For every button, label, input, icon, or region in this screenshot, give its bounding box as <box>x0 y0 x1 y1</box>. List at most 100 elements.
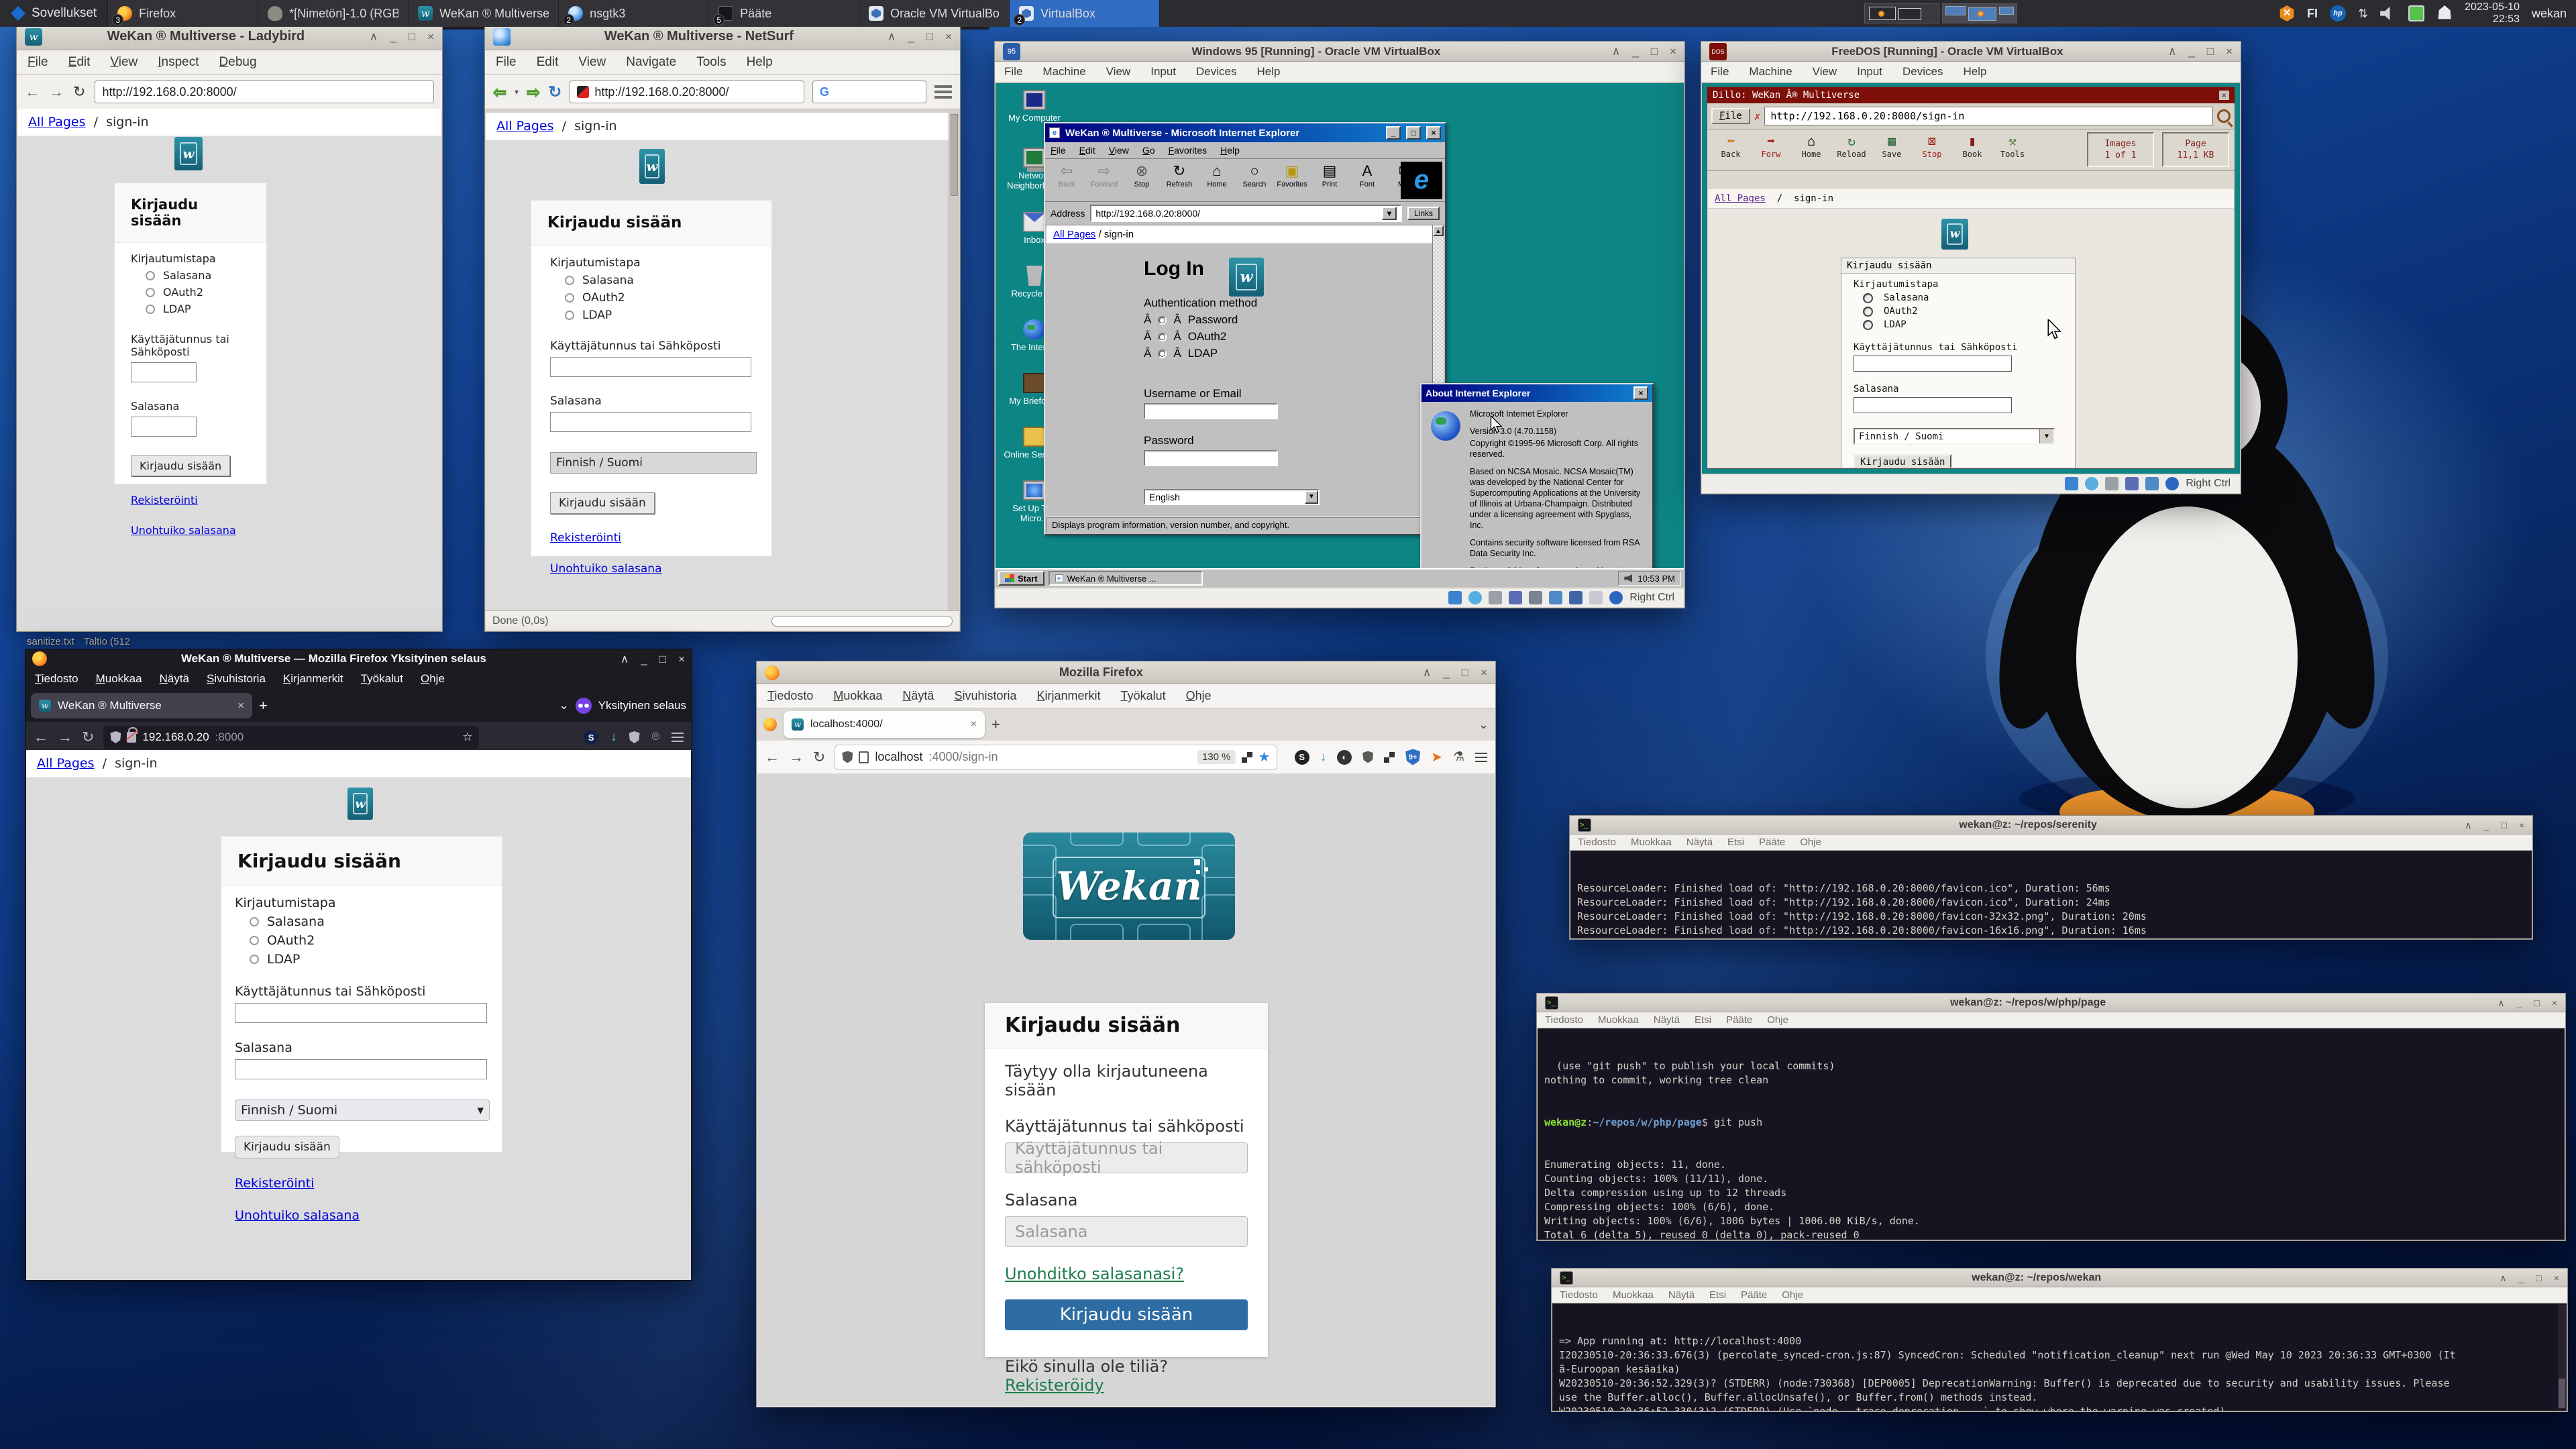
radio-option[interactable]: LDAP <box>565 309 753 322</box>
refresh-button[interactable]: ↻Refresh <box>1162 162 1197 189</box>
menu-item[interactable]: Tools <box>696 55 726 70</box>
maximize-button[interactable]: □ <box>1651 46 1658 57</box>
radio-option[interactable]: OAuth2 <box>565 291 753 305</box>
menu-item[interactable]: Navigate <box>626 55 676 70</box>
privacy-badger-shield-icon[interactable]: 9+ <box>1405 749 1420 765</box>
url-bar[interactable]: localhost:4000/sign-in 130 % ★ <box>835 745 1277 770</box>
ie-titlebar[interactable]: e WeKan ® Multiverse - Microsoft Interne… <box>1045 123 1445 142</box>
password-input[interactable] <box>131 417 197 437</box>
zoom-level-chip[interactable]: 130 % <box>1197 750 1236 764</box>
menu-item[interactable]: Muokkaa <box>833 689 882 703</box>
sign-in-button[interactable]: Kirjaudu sisään <box>235 1136 339 1159</box>
downloads-icon[interactable]: ↓ <box>1320 750 1327 765</box>
extension-shield-icon[interactable] <box>629 731 640 743</box>
font-button[interactable]: AFont <box>1350 162 1385 189</box>
url-bar[interactable]: 192.168.0.20:8000 ☆ <box>103 726 479 749</box>
back-button[interactable]: ⇦ <box>493 83 506 102</box>
password-input[interactable]: Salasana <box>1005 1216 1248 1247</box>
taskbar-item-vbox-manager[interactable]: Oracle VM VirtualBox M... <box>859 0 1010 27</box>
maximize-button[interactable]: □ <box>409 31 415 42</box>
language-select[interactable]: Finnish / Suomi▾ <box>235 1099 490 1121</box>
vm-menu-item[interactable]: Help <box>1964 65 1987 78</box>
username-input[interactable] <box>1854 356 2012 372</box>
menu-item[interactable]: Näytä <box>1654 1014 1680 1026</box>
scrollbar[interactable] <box>2558 1305 2566 1409</box>
terminal-output[interactable]: => App running at: http://localhost:4000… <box>1552 1303 2567 1411</box>
bookmark-star-icon[interactable]: ★ <box>1258 749 1271 765</box>
firefox-titlebar[interactable]: Mozilla Firefox ∧_□× <box>757 661 1495 684</box>
forward-button[interactable]: → <box>789 749 804 766</box>
desktop-file-label[interactable]: Taltio (512 <box>84 636 130 647</box>
radio-ldap[interactable] <box>1158 350 1167 358</box>
forgot-password-link[interactable]: Unohditko salasanasi? <box>1005 1265 1184 1283</box>
hp-printer-tray-icon[interactable]: hp <box>2330 5 2346 21</box>
menu-item[interactable]: Etsi <box>1695 1014 1711 1026</box>
sign-in-button[interactable]: Kirjaudu sisään <box>550 492 655 514</box>
reload-button[interactable]: ↻Reload <box>1832 132 1871 159</box>
ie-menu-item[interactable]: Favorites <box>1169 145 1208 156</box>
close-button[interactable]: × <box>1481 667 1487 678</box>
close-button[interactable]: × <box>2554 1273 2559 1283</box>
menu-item[interactable]: Näytä <box>902 689 934 703</box>
close-button[interactable]: × <box>678 653 685 665</box>
pointer-extension-icon[interactable]: ➤ <box>1431 749 1442 765</box>
scrollbar[interactable] <box>949 113 959 610</box>
minimize-button[interactable]: _ <box>908 31 914 42</box>
radio-option[interactable]: ÂÂPassword <box>1144 313 1444 327</box>
multi-account-icon[interactable] <box>1384 752 1395 763</box>
menu-item[interactable]: Tiedosto <box>767 689 813 703</box>
vm-menu-item[interactable]: View <box>1813 65 1837 78</box>
keyboard-layout-indicator[interactable]: FI <box>2307 5 2318 21</box>
maximize-button[interactable]: □ <box>926 31 933 42</box>
tab-wekan[interactable]: w WeKan ® Multiverse × <box>31 693 252 718</box>
address-dropdown[interactable]: ▾ <box>1382 207 1397 220</box>
vm-menu-item[interactable]: Machine <box>1749 65 1792 78</box>
ublock-shield-icon[interactable] <box>1362 751 1373 763</box>
minimize-button[interactable]: _ <box>1443 667 1449 678</box>
terminal-titlebar[interactable]: >_ wekan@z: ~/repos/wekan ∧_□× <box>1552 1269 2567 1287</box>
extension-s-icon[interactable]: S <box>1295 750 1309 765</box>
menu-item[interactable]: Ohje <box>1800 837 1821 848</box>
menu-item[interactable]: Muokkaa <box>1598 1014 1639 1026</box>
home-button[interactable]: ⌂Home <box>1199 162 1234 189</box>
minimize-button[interactable]: _ <box>2519 1273 2524 1283</box>
shade-button[interactable]: ∧ <box>2168 46 2176 57</box>
menu-item[interactable]: Etsi <box>1727 837 1744 848</box>
forgot-password-link[interactable]: Unohtuiko salasana <box>550 562 753 576</box>
minimize-button[interactable]: _ <box>2484 820 2489 830</box>
password-input[interactable] <box>1854 397 2012 413</box>
password-input[interactable] <box>550 412 751 432</box>
close-button[interactable]: × <box>945 31 952 42</box>
menu-item[interactable]: Help <box>747 55 773 70</box>
username-input[interactable]: Käyttäjätunnus tai sähköposti <box>1005 1142 1248 1173</box>
close-button[interactable]: × <box>1633 386 1648 400</box>
minimize-button[interactable]: _ <box>2517 998 2522 1008</box>
register-link[interactable]: Rekisteröinti <box>131 494 250 506</box>
radio-option[interactable]: ÂÂLDAP <box>1144 347 1444 360</box>
maximize-button[interactable]: □ <box>659 653 666 665</box>
menu-item[interactable]: View <box>578 55 606 70</box>
notifications-tray-icon[interactable] <box>2436 5 2453 21</box>
minimize-button[interactable]: _ <box>1632 46 1638 57</box>
radio-option[interactable]: Salasana <box>1863 292 2063 303</box>
taskbar-item-wekan[interactable]: w WeKan ® Multiverse - L... <box>409 0 559 27</box>
sign-in-button[interactable]: Kirjaudu sisään <box>131 455 230 476</box>
minimize-button[interactable]: _ <box>1386 126 1401 140</box>
forward-button[interactable]: ➡Forw <box>1752 132 1790 159</box>
close-button[interactable]: × <box>2219 91 2229 100</box>
all-pages-link[interactable]: All Pages <box>1053 229 1095 240</box>
vm-menu-item[interactable]: Input <box>1857 65 1882 78</box>
terminal-output[interactable]: (use "git push" to publish your local co… <box>1538 1028 2565 1240</box>
radio-password[interactable] <box>146 271 155 280</box>
radio-oauth2[interactable] <box>1863 307 1873 317</box>
speaker-icon[interactable] <box>1624 574 1632 582</box>
radio-ldap[interactable] <box>1863 320 1873 330</box>
vm-menu-item[interactable]: File <box>1711 65 1729 78</box>
language-select[interactable]: Finnish / Suomi▼ <box>1854 428 2055 445</box>
menu-lines-icon[interactable] <box>934 85 952 99</box>
all-pages-link[interactable]: All Pages <box>37 756 95 771</box>
close-button[interactable]: × <box>427 31 434 42</box>
sign-in-button[interactable]: Kirjaudu sisään <box>1854 454 1951 468</box>
workspace-switcher[interactable] <box>1864 0 2017 27</box>
sign-in-button[interactable]: Kirjaudu sisään <box>1005 1299 1248 1330</box>
